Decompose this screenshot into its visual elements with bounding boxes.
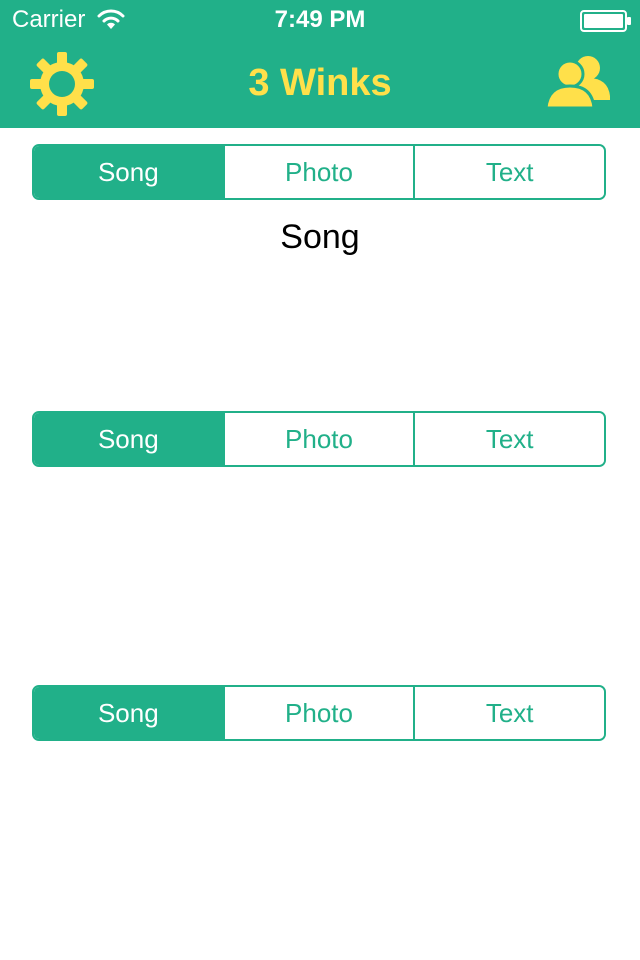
type-selector-1: Song Photo Text (32, 144, 606, 200)
type-selector-2: Song Photo Text (32, 411, 606, 467)
status-bar: Carrier 7:49 PM (0, 0, 640, 40)
section-content-label: Song (280, 218, 360, 256)
type-selector-3: Song Photo Text (32, 685, 606, 741)
segment-song-3[interactable]: Song (34, 687, 223, 739)
header: Carrier 7:49 PM 3 Winks (0, 0, 640, 128)
segment-photo-2[interactable]: Photo (222, 413, 414, 465)
status-time: 7:49 PM (274, 6, 366, 33)
app-screen: Carrier 7:49 PM 3 Winks Song Photo Text … (0, 0, 640, 960)
segment-photo-1[interactable]: Photo (222, 146, 414, 198)
segment-photo-3[interactable]: Photo (222, 687, 414, 739)
segment-song-2[interactable]: Song (34, 413, 223, 465)
battery-icon (580, 10, 631, 32)
segment-song-1[interactable]: Song (34, 146, 223, 198)
contacts-icon (544, 56, 610, 110)
contacts-button[interactable] (544, 52, 614, 110)
segment-text-1[interactable]: Text (413, 146, 604, 198)
segment-text-3[interactable]: Text (413, 687, 604, 739)
segment-text-2[interactable]: Text (413, 413, 604, 465)
navigation-bar: 3 Winks (0, 40, 640, 128)
